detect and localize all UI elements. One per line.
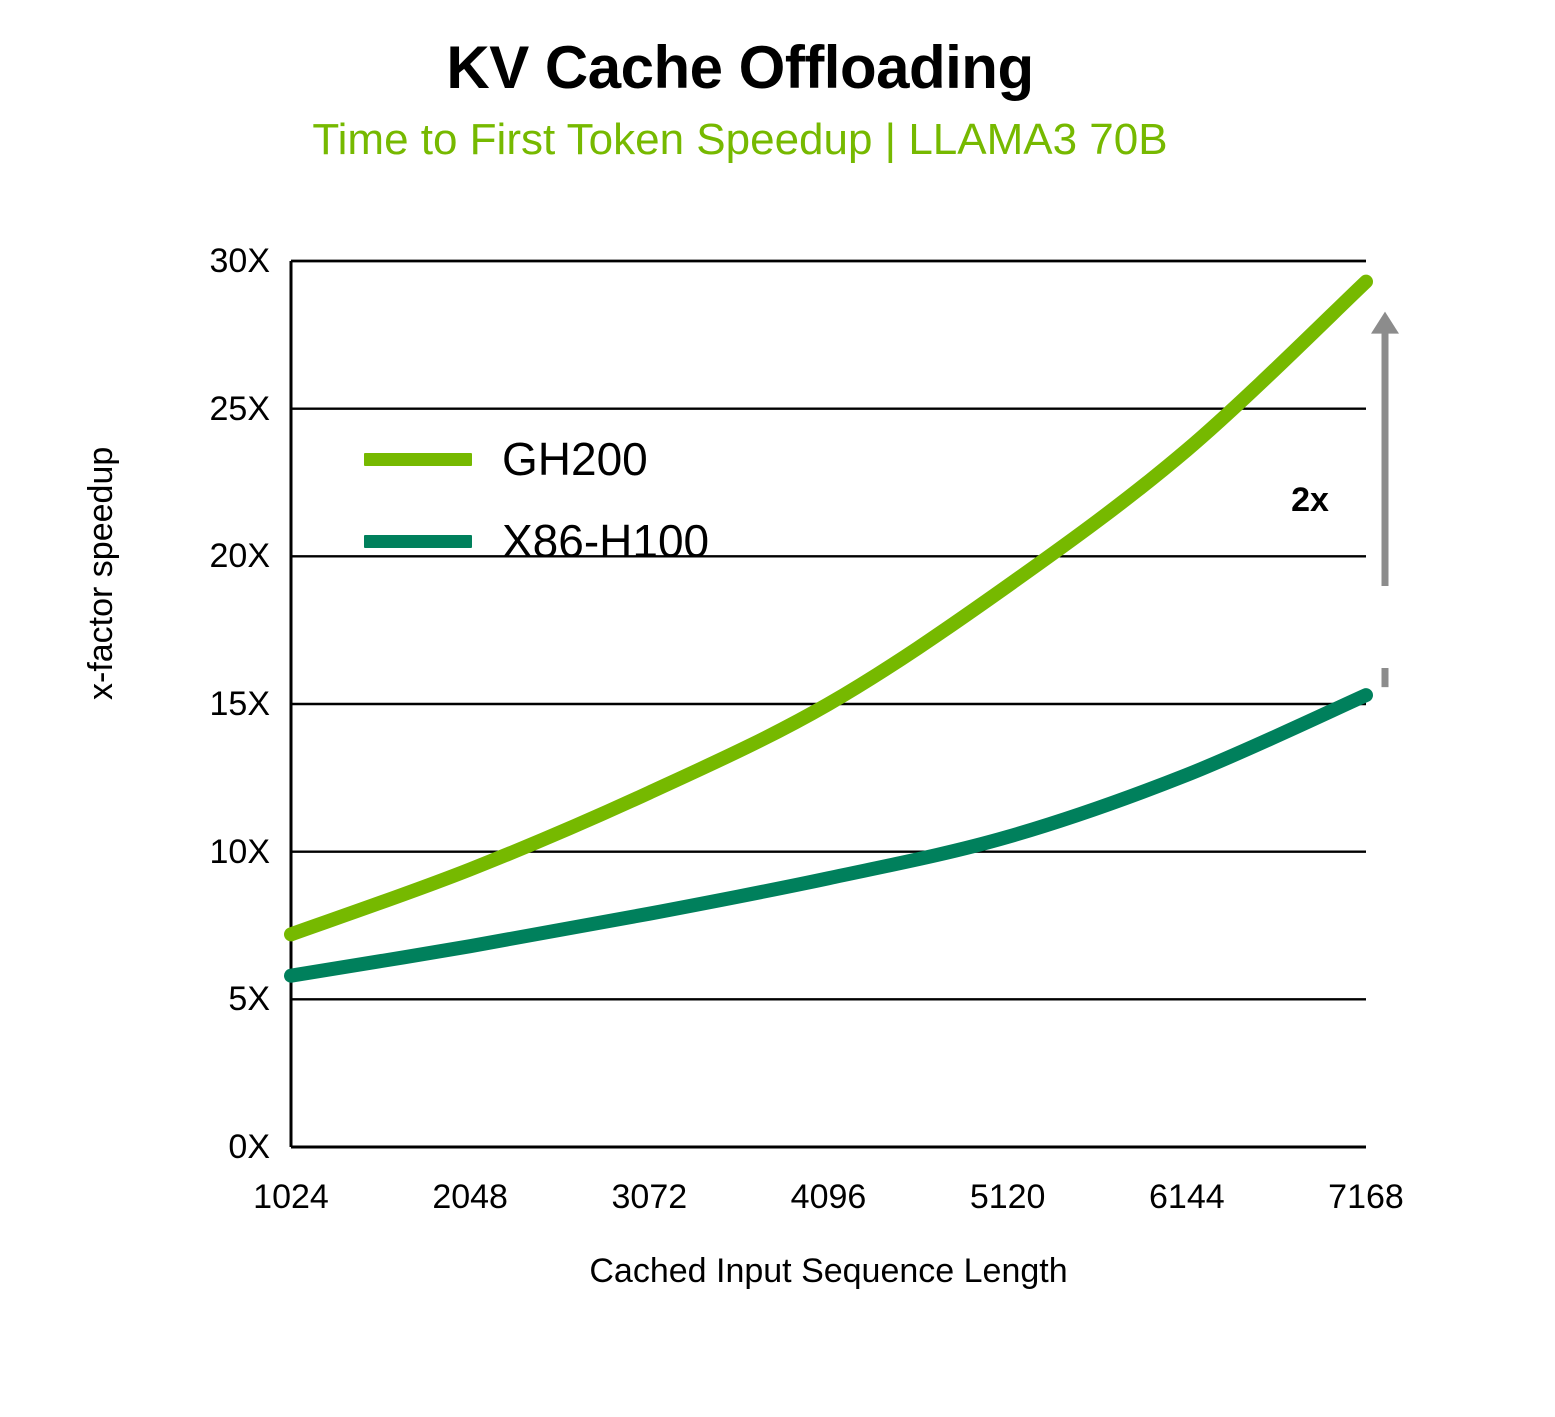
legend: GH200 X86-H100 — [364, 418, 709, 582]
legend-item-x86-h100[interactable]: X86-H100 — [364, 500, 709, 582]
gridlines — [291, 259, 1366, 1001]
plot-area — [284, 259, 1399, 1149]
data-series-layer — [284, 274, 1373, 983]
legend-swatch — [364, 534, 472, 548]
annotation-arrowhead-up — [1371, 311, 1399, 334]
annotation-2x-label: 2x — [1291, 481, 1329, 519]
series-line-x86-h100 — [284, 688, 1373, 983]
legend-label: X86-H100 — [502, 515, 710, 567]
legend-swatch — [364, 452, 472, 466]
legend-label: GH200 — [502, 433, 648, 485]
chart-figure: KV Cache Offloading Time to First Token … — [0, 0, 1555, 1417]
legend-item-gh200[interactable]: GH200 — [364, 418, 709, 500]
series-line-gh200 — [284, 274, 1373, 942]
